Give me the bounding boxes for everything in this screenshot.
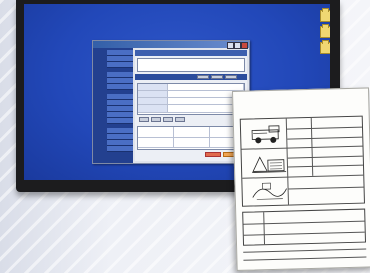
sidebar-menu bbox=[93, 48, 133, 163]
folder-icon[interactable] bbox=[320, 8, 330, 22]
folder-icon[interactable] bbox=[320, 24, 330, 38]
divider bbox=[287, 126, 363, 130]
sidebar-item[interactable] bbox=[107, 118, 133, 124]
grid-cell[interactable] bbox=[138, 127, 174, 138]
divider bbox=[263, 212, 266, 245]
minimize-button[interactable] bbox=[227, 42, 234, 49]
divider bbox=[287, 155, 363, 159]
report-footer-box bbox=[242, 208, 367, 246]
grid-cell bbox=[138, 98, 168, 105]
panel-header bbox=[135, 50, 247, 56]
divider bbox=[287, 136, 363, 140]
divider bbox=[287, 164, 363, 168]
toolbar-button[interactable] bbox=[211, 75, 223, 79]
close-button[interactable] bbox=[241, 42, 248, 49]
detail-grid bbox=[137, 126, 245, 150]
form-button[interactable] bbox=[175, 117, 185, 122]
window-titlebar[interactable] bbox=[93, 41, 249, 49]
report-subtitle bbox=[233, 103, 368, 107]
grid-cell[interactable] bbox=[174, 138, 210, 148]
grid-cell[interactable] bbox=[174, 127, 210, 138]
scene-sketch-icon bbox=[252, 182, 287, 200]
divider bbox=[243, 220, 365, 225]
report-main-box bbox=[239, 115, 365, 207]
folder-icon[interactable] bbox=[320, 40, 330, 54]
building-sketch-icon bbox=[252, 156, 287, 173]
form-button[interactable] bbox=[139, 117, 149, 122]
report-id bbox=[234, 108, 369, 112]
toolbar-button[interactable] bbox=[225, 75, 237, 79]
main-panel bbox=[135, 50, 247, 161]
toolbar-button[interactable] bbox=[197, 75, 209, 79]
grid-cell bbox=[138, 91, 168, 98]
sidebar-item[interactable] bbox=[107, 146, 133, 152]
report-title bbox=[233, 94, 368, 98]
grid-cell[interactable] bbox=[168, 84, 244, 91]
maximize-button[interactable] bbox=[234, 42, 241, 49]
printed-report bbox=[232, 87, 370, 271]
application-window bbox=[92, 40, 250, 164]
grid-cell bbox=[138, 105, 168, 113]
sidebar-item[interactable] bbox=[107, 84, 133, 90]
divider bbox=[243, 231, 365, 236]
form-button[interactable] bbox=[151, 117, 161, 122]
grid-cell[interactable] bbox=[138, 138, 174, 148]
sidebar-item[interactable] bbox=[107, 62, 133, 68]
alert-button[interactable] bbox=[205, 152, 221, 157]
divider bbox=[288, 186, 364, 190]
info-box bbox=[137, 58, 245, 72]
grid-cell bbox=[138, 84, 168, 91]
divider bbox=[243, 248, 367, 253]
form-button[interactable] bbox=[163, 117, 173, 122]
vehicle-sketch-icon bbox=[251, 125, 280, 144]
form-grid bbox=[137, 83, 245, 115]
divider bbox=[243, 256, 367, 261]
